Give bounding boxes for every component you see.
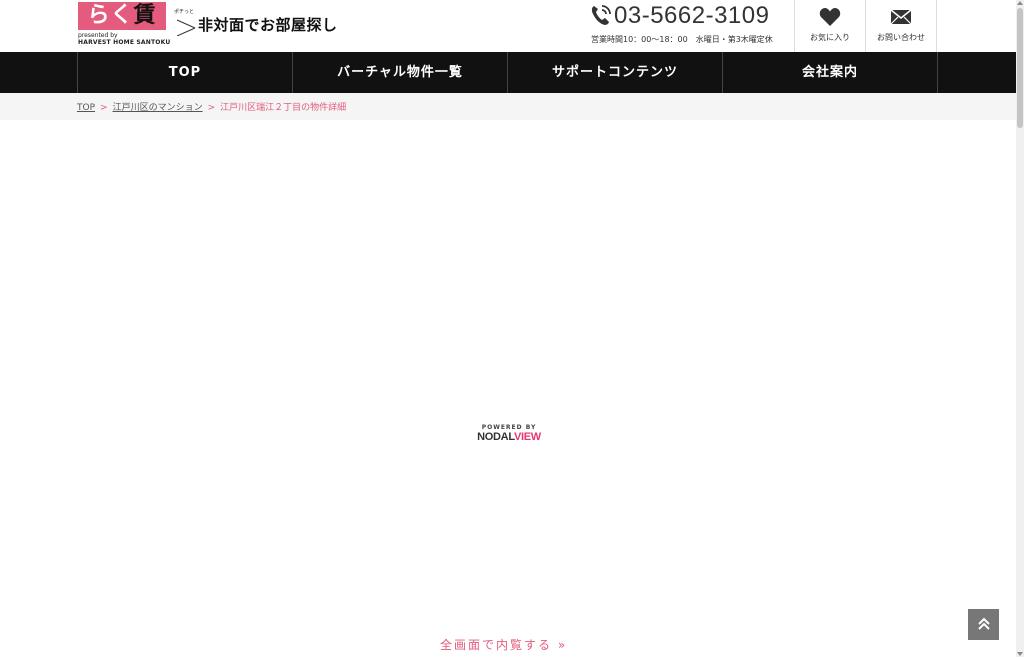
breadcrumb-top[interactable]: TOP: [77, 103, 95, 113]
scrollbar-thumb[interactable]: [1017, 8, 1023, 128]
breadcrumb-edogawa-mansion[interactable]: 江戸川区のマンション: [113, 103, 203, 113]
double-chevron-up-icon: [977, 617, 990, 630]
phone-number[interactable]: 03-5662-3109: [614, 2, 769, 30]
mail-icon: [890, 9, 912, 25]
tagline: 非対面でお部屋探し: [198, 16, 338, 34]
nav-item-support-contents[interactable]: サポートコンテンツ: [507, 52, 722, 93]
site-header: らく賃 presented by HARVEST HOME SANTOKU ポチ…: [0, 0, 1016, 52]
nodalview-logo: NODALVIEW: [477, 431, 541, 443]
business-hours: 営業時間10：00～18：00 水曜日・第3木曜定休: [591, 35, 773, 44]
nav-item-company[interactable]: 会社案内: [722, 52, 938, 93]
heart-icon: [819, 8, 841, 26]
breadcrumb: TOP > 江戸川区のマンション > 江戸川区瑞江２丁目の物件詳細: [77, 100, 346, 113]
breadcrumb-separator: >: [100, 103, 108, 113]
phone-icon: [591, 5, 611, 25]
breadcrumb-bar: TOP > 江戸川区のマンション > 江戸川区瑞江２丁目の物件詳細: [0, 93, 1016, 120]
breadcrumb-current: 江戸川区瑞江２丁目の物件詳細: [220, 103, 347, 113]
nav-item-virtual-listings[interactable]: バーチャル物件一覧: [292, 52, 507, 93]
powered-by-nodalview: POWERED BY NODALVIEW: [474, 424, 544, 443]
back-to-top-button[interactable]: [968, 609, 999, 640]
logo-company: HARVEST HOME SANTOKU: [78, 39, 171, 46]
powered-by-label: POWERED BY: [481, 424, 537, 431]
favorites-label: お気に入り: [810, 33, 850, 42]
main-nav: TOP バーチャル物件一覧 サポートコンテンツ 会社案内: [0, 52, 1016, 93]
virtual-tour-viewer[interactable]: POWERED BY NODALVIEW: [0, 120, 1016, 630]
logo-presented-by: presented by: [78, 32, 118, 39]
page-scrollbar[interactable]: [1016, 0, 1024, 657]
tagline-small: ポチっと: [174, 9, 195, 15]
favorites-button[interactable]: お気に入り: [794, 0, 865, 52]
contact-button[interactable]: お問い合わせ: [865, 0, 937, 52]
fullscreen-view-link[interactable]: 全画面で内覧する »: [440, 636, 567, 653]
scroll-up-icon[interactable]: [1017, 1, 1023, 5]
breadcrumb-separator: >: [207, 103, 216, 113]
nav-item-top[interactable]: TOP: [77, 52, 292, 93]
logo-mark: らく賃: [78, 2, 166, 30]
site-logo[interactable]: らく賃 presented by HARVEST HOME SANTOKU: [78, 2, 171, 46]
contact-label: お問い合わせ: [877, 33, 925, 42]
scroll-down-icon[interactable]: [1017, 652, 1023, 656]
